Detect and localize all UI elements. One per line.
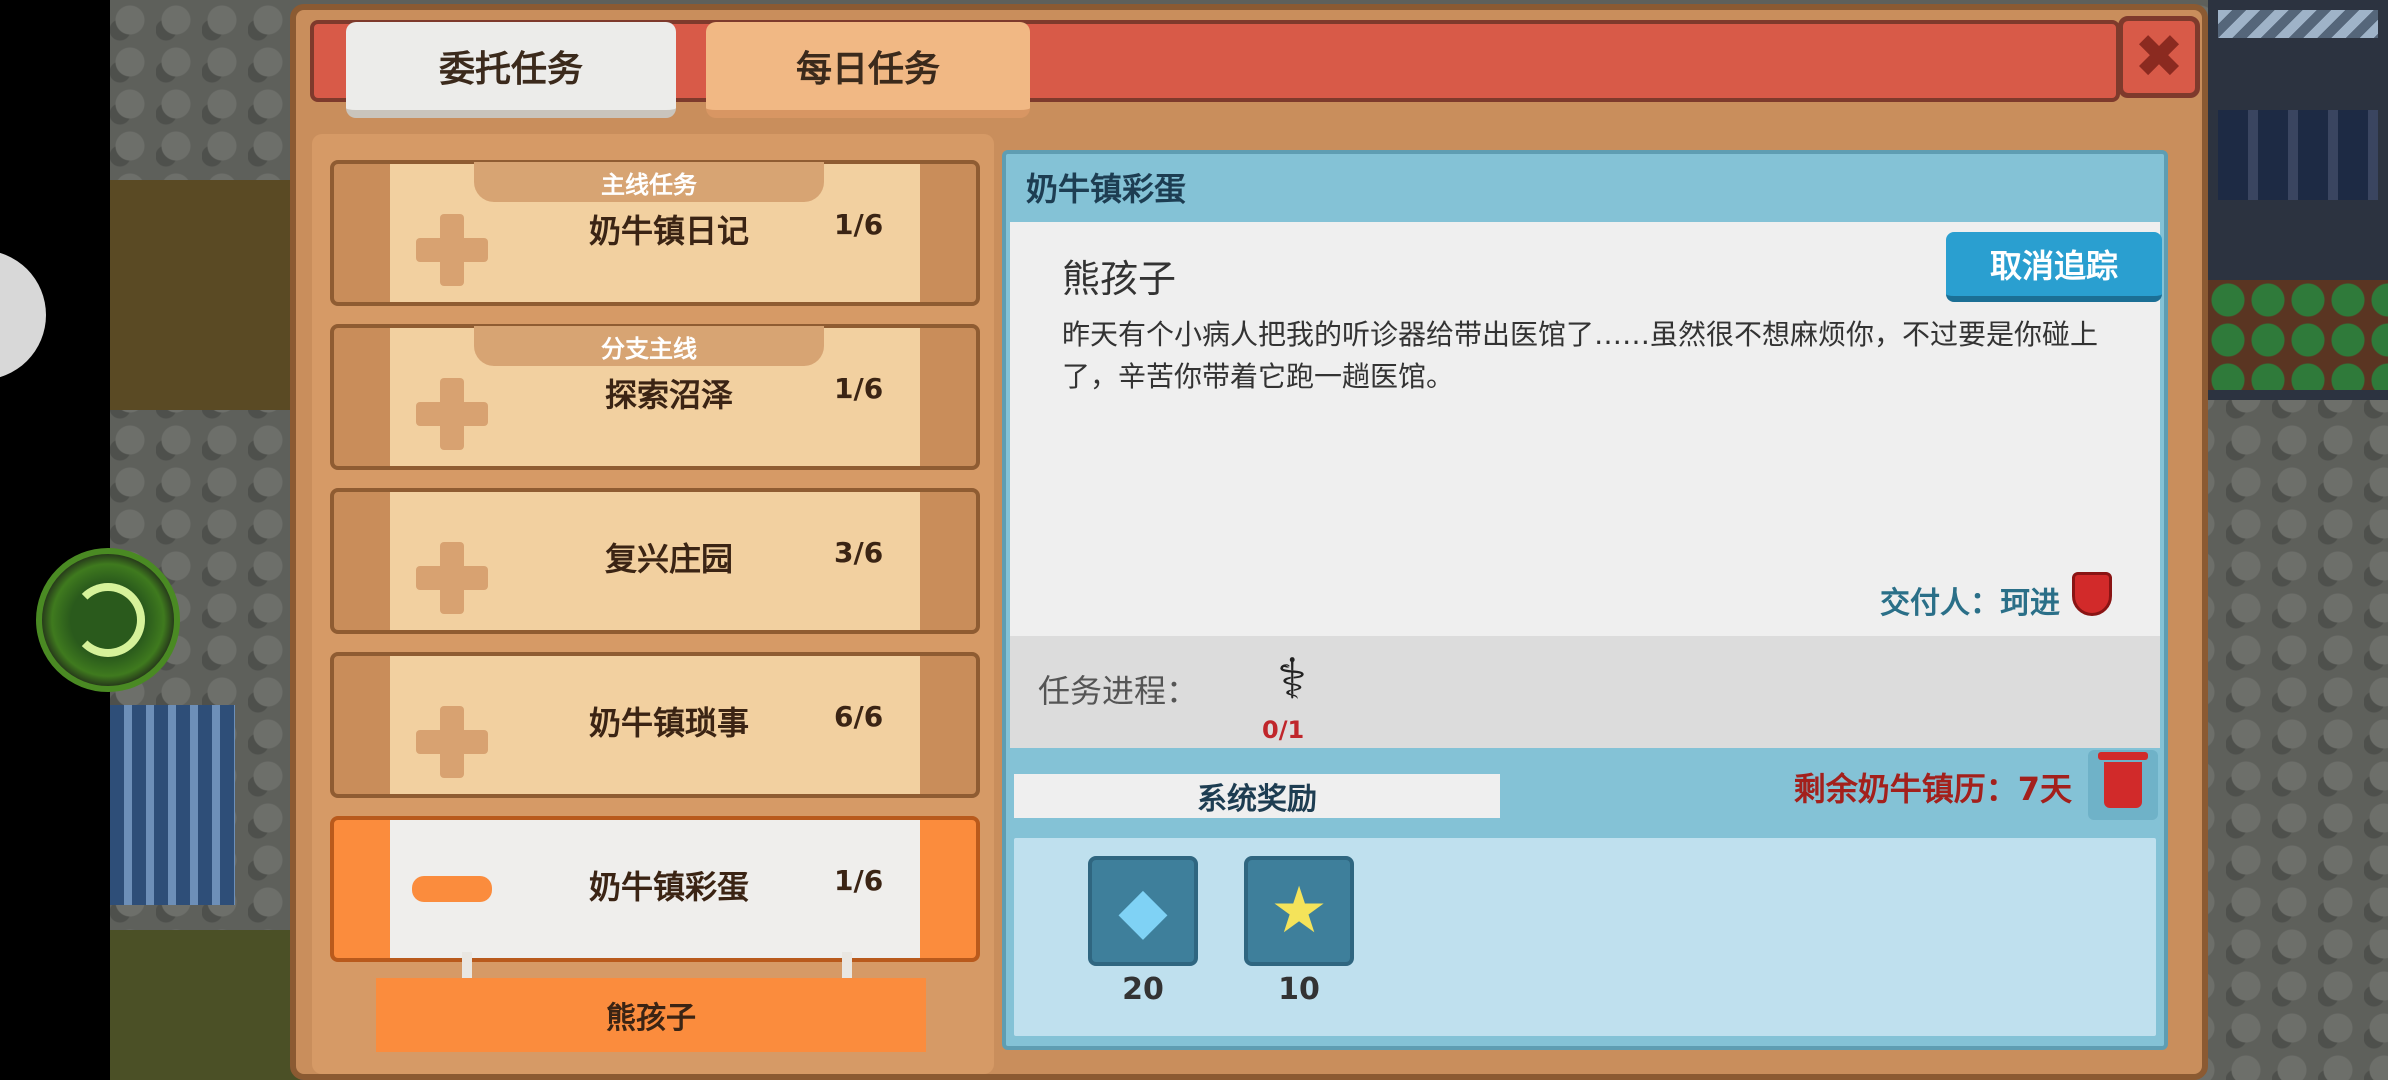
quest-count: 1/6 xyxy=(834,864,884,897)
close-icon: ✖ xyxy=(2133,22,2185,92)
quest-item[interactable]: 主线任务 奶牛镇日记 1/6 xyxy=(330,160,980,306)
reward-qty: 20 xyxy=(1122,972,1164,1007)
remaining-days: 剩余奶牛镇历：7天 xyxy=(1793,770,2072,808)
quest-name: 奶牛镇琐事 xyxy=(588,704,749,742)
quest-window: 委托任务 每日任务 ✖ 主线任务 奶牛镇日记 1/6 分支主线 探索沼泽 1/6… xyxy=(290,4,2208,1080)
detail-body: 熊孩子 取消追踪 昨天有个小病人把我的听诊器给带出医馆了……虽然很不想麻烦你，不… xyxy=(1010,222,2162,636)
quest-name: 复兴庄园 xyxy=(604,540,733,578)
close-button[interactable]: ✖ xyxy=(2118,16,2200,98)
quest-count: 1/6 xyxy=(834,208,884,241)
untrack-button[interactable]: 取消追踪 xyxy=(1946,232,2162,302)
quest-name: 奶牛镇彩蛋 xyxy=(588,868,749,906)
sub-quest-item[interactable]: 熊孩子 xyxy=(376,978,926,1052)
reward-qty: 10 xyxy=(1278,972,1320,1007)
reward-box: ◆ 20 ★ 10 xyxy=(1010,834,2160,1040)
star-icon: ★ xyxy=(1270,874,1328,948)
quest-giver: 交付人：珂进 xyxy=(1880,586,2060,621)
quest-count: 1/6 xyxy=(834,372,884,405)
gem-icon: ◆ xyxy=(1118,874,1168,948)
side-float-button[interactable] xyxy=(0,250,46,380)
quest-list: 主线任务 奶牛镇日记 1/6 分支主线 探索沼泽 1/6 复兴庄园 3/6 奶牛… xyxy=(312,134,994,1074)
quest-tag: 分支主线 xyxy=(474,326,824,366)
shop-roof xyxy=(2218,10,2378,38)
quest-name: 奶牛镇日记 xyxy=(588,212,749,250)
dirt-patch xyxy=(110,180,300,410)
quest-item-selected[interactable]: 奶牛镇彩蛋 1/6 xyxy=(330,816,980,962)
shop-shelves xyxy=(2218,110,2378,200)
detail-category: 奶牛镇彩蛋 xyxy=(1026,170,1187,208)
expand-icon[interactable] xyxy=(412,210,492,290)
tab-daily[interactable]: 每日任务 xyxy=(706,22,1030,118)
quest-count: 3/6 xyxy=(834,536,884,569)
quest-name: 探索沼泽 xyxy=(604,376,733,414)
quest-detail-panel: 奶牛镇彩蛋 熊孩子 取消追踪 昨天有个小病人把我的听诊器给带出医馆了……虽然很不… xyxy=(1002,150,2168,1050)
vegetable-stand xyxy=(2208,280,2388,390)
quest-item[interactable]: 复兴庄园 3/6 xyxy=(330,488,980,634)
trash-icon xyxy=(2098,752,2148,808)
quest-tag: 主线任务 xyxy=(474,162,824,202)
shop-building xyxy=(2208,0,2388,400)
reward-slot: ★ xyxy=(1244,856,1354,966)
expand-icon[interactable] xyxy=(412,374,492,454)
quest-title: 熊孩子 xyxy=(1062,257,1177,301)
game-assistant-button[interactable] xyxy=(36,548,180,692)
progress-area: 任务进程： ⚕ 0/1 xyxy=(1010,636,2160,748)
grass-patch xyxy=(110,930,300,1080)
market-awning xyxy=(110,705,235,905)
quest-item[interactable]: 分支主线 探索沼泽 1/6 xyxy=(330,324,980,470)
quest-description: 昨天有个小病人把我的听诊器给带出医馆了……虽然很不想麻烦你，不过要是你碰上了，辛… xyxy=(1062,318,2099,393)
controller-icon xyxy=(71,583,145,657)
abandon-quest-button[interactable] xyxy=(2088,750,2158,820)
progress-count: 0/1 xyxy=(1262,716,1305,744)
stethoscope-icon: ⚕ xyxy=(1276,647,1308,712)
collapse-icon[interactable] xyxy=(412,876,492,902)
quest-item[interactable]: 奶牛镇琐事 6/6 xyxy=(330,652,980,798)
expand-icon[interactable] xyxy=(412,702,492,782)
reward-tab[interactable]: 系统奖励 xyxy=(1010,770,1504,818)
reward-item[interactable]: ★ 10 xyxy=(1244,856,1354,1007)
progress-label: 任务进程： xyxy=(1038,672,1199,710)
tab-commission[interactable]: 委托任务 xyxy=(346,22,676,118)
giver-badge-icon xyxy=(2072,572,2112,616)
quest-count: 6/6 xyxy=(834,700,884,733)
expand-icon[interactable] xyxy=(412,538,492,618)
reward-slot: ◆ xyxy=(1088,856,1198,966)
reward-item[interactable]: ◆ 20 xyxy=(1088,856,1198,1007)
